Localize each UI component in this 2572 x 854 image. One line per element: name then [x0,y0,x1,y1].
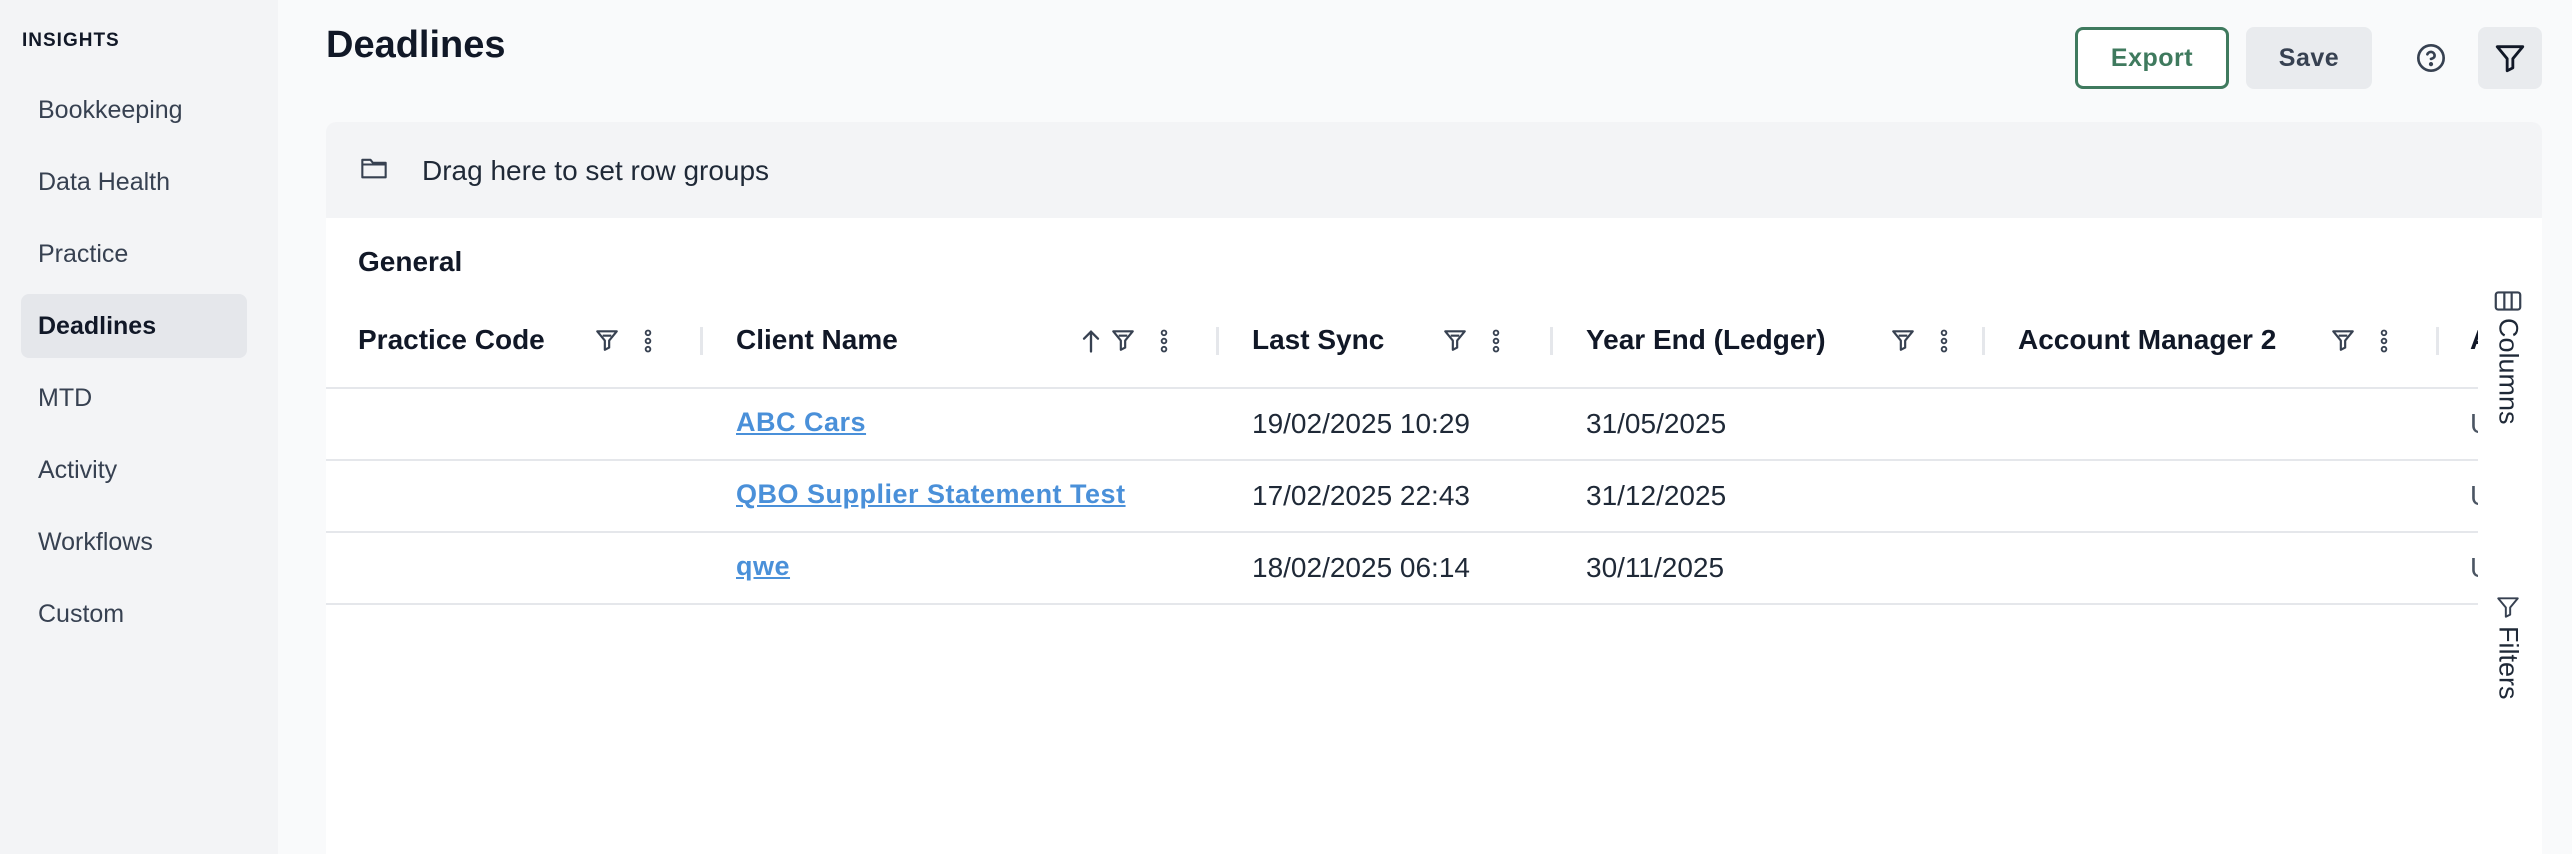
column-header-client-name[interactable]: Client Name [736,307,898,373]
kebab-menu-icon[interactable] [642,327,654,355]
last-sync-cell: 19/02/2025 10:29 [1252,408,1470,439]
column-header-practice-code[interactable]: Practice Code [358,307,545,373]
clipped-cell: U [2470,461,2478,531]
last-sync-cell: 18/02/2025 06:14 [1252,552,1470,583]
column-label: Account Manager 2 [2018,324,2277,355]
column-resize-handle[interactable] [2436,327,2439,355]
columns-tool-label: Columns [2493,318,2524,425]
client-name-link[interactable]: QBO Supplier Statement Test [736,479,1126,510]
sidebar-item-mtd[interactable]: MTD [21,366,247,430]
folder-icon [361,158,387,179]
kebab-menu-icon[interactable] [1490,327,1502,355]
client-name-link[interactable]: ABC Cars [736,407,866,438]
last-sync-cell: 17/02/2025 22:43 [1252,480,1470,511]
filter-icon[interactable] [2330,327,2356,353]
column-group-header: General [358,246,463,277]
filter-icon[interactable] [594,327,620,353]
data-grid: Drag here to set row groups General Prac… [326,122,2542,854]
table-row[interactable]: QBO Supplier Statement Test 17/02/2025 2… [326,459,2478,531]
column-label: Year End (Ledger) [1586,324,1826,355]
filter-icon[interactable] [1890,327,1916,353]
help-icon [2417,44,2445,72]
column-label: Client Name [736,324,898,355]
sidebar-item-workflows[interactable]: Workflows [21,510,247,574]
clipped-cell: U [2470,533,2478,603]
year-end-cell: 31/12/2025 [1586,480,1727,511]
help-button[interactable] [2400,27,2462,89]
export-button[interactable]: Export [2075,27,2229,89]
column-label: Practice Code [358,324,545,355]
table-row[interactable]: ABC Cars 19/02/2025 10:29 31/05/2025 U [326,387,2478,459]
row-group-hint: Drag here to set row groups [422,155,770,186]
column-label: Last Sync [1252,324,1385,355]
filter-icon[interactable] [1110,327,1136,353]
sidebar-item-activity[interactable]: Activity [21,438,247,502]
page-title: Deadlines [326,24,506,66]
column-resize-handle[interactable] [1550,327,1553,355]
column-header-year-end[interactable]: Year End (Ledger) [1586,307,1826,373]
year-end-cell: 30/11/2025 [1586,552,1725,583]
save-button[interactable]: Save [2246,27,2372,89]
sidebar: INSIGHTS Bookkeeping Data Health Practic… [0,0,278,854]
column-header-account-manager-2[interactable]: Account Manager 2 [2018,307,2276,373]
sort-ascending-icon[interactable] [1080,327,1102,355]
filter-icon[interactable] [1442,327,1468,353]
table-row[interactable]: qwe 18/02/2025 06:14 30/11/2025 U [326,531,2478,605]
filters-tool-tab[interactable]: Filters [2474,594,2542,700]
column-resize-handle[interactable] [700,327,703,355]
kebab-menu-icon[interactable] [1158,327,1170,355]
sidebar-item-bookkeeping[interactable]: Bookkeeping [21,78,247,142]
columns-tool-tab[interactable]: Columns [2474,290,2542,425]
column-header-last-sync[interactable]: Last Sync [1252,307,1384,373]
sidebar-item-practice[interactable]: Practice [21,222,247,286]
sidebar-item-deadlines[interactable]: Deadlines [21,294,247,358]
sidebar-item-custom[interactable]: Custom [21,582,247,646]
client-name-link[interactable]: qwe [736,551,790,582]
column-resize-handle[interactable] [1982,327,1985,355]
sidebar-item-data-health[interactable]: Data Health [21,150,247,214]
row-group-drop-zone[interactable]: Drag here to set row groups [326,122,2542,218]
year-end-cell: 31/05/2025 [1586,408,1727,439]
filter-icon [2495,45,2525,73]
columns-icon [2494,291,2522,311]
kebab-menu-icon[interactable] [2378,327,2390,355]
kebab-menu-icon[interactable] [1938,327,1950,355]
column-resize-handle[interactable] [1216,327,1219,355]
filter-icon [2497,597,2519,618]
filters-tool-label: Filters [2493,626,2524,700]
sidebar-heading: INSIGHTS [22,30,120,51]
filter-toggle-button[interactable] [2478,27,2542,89]
